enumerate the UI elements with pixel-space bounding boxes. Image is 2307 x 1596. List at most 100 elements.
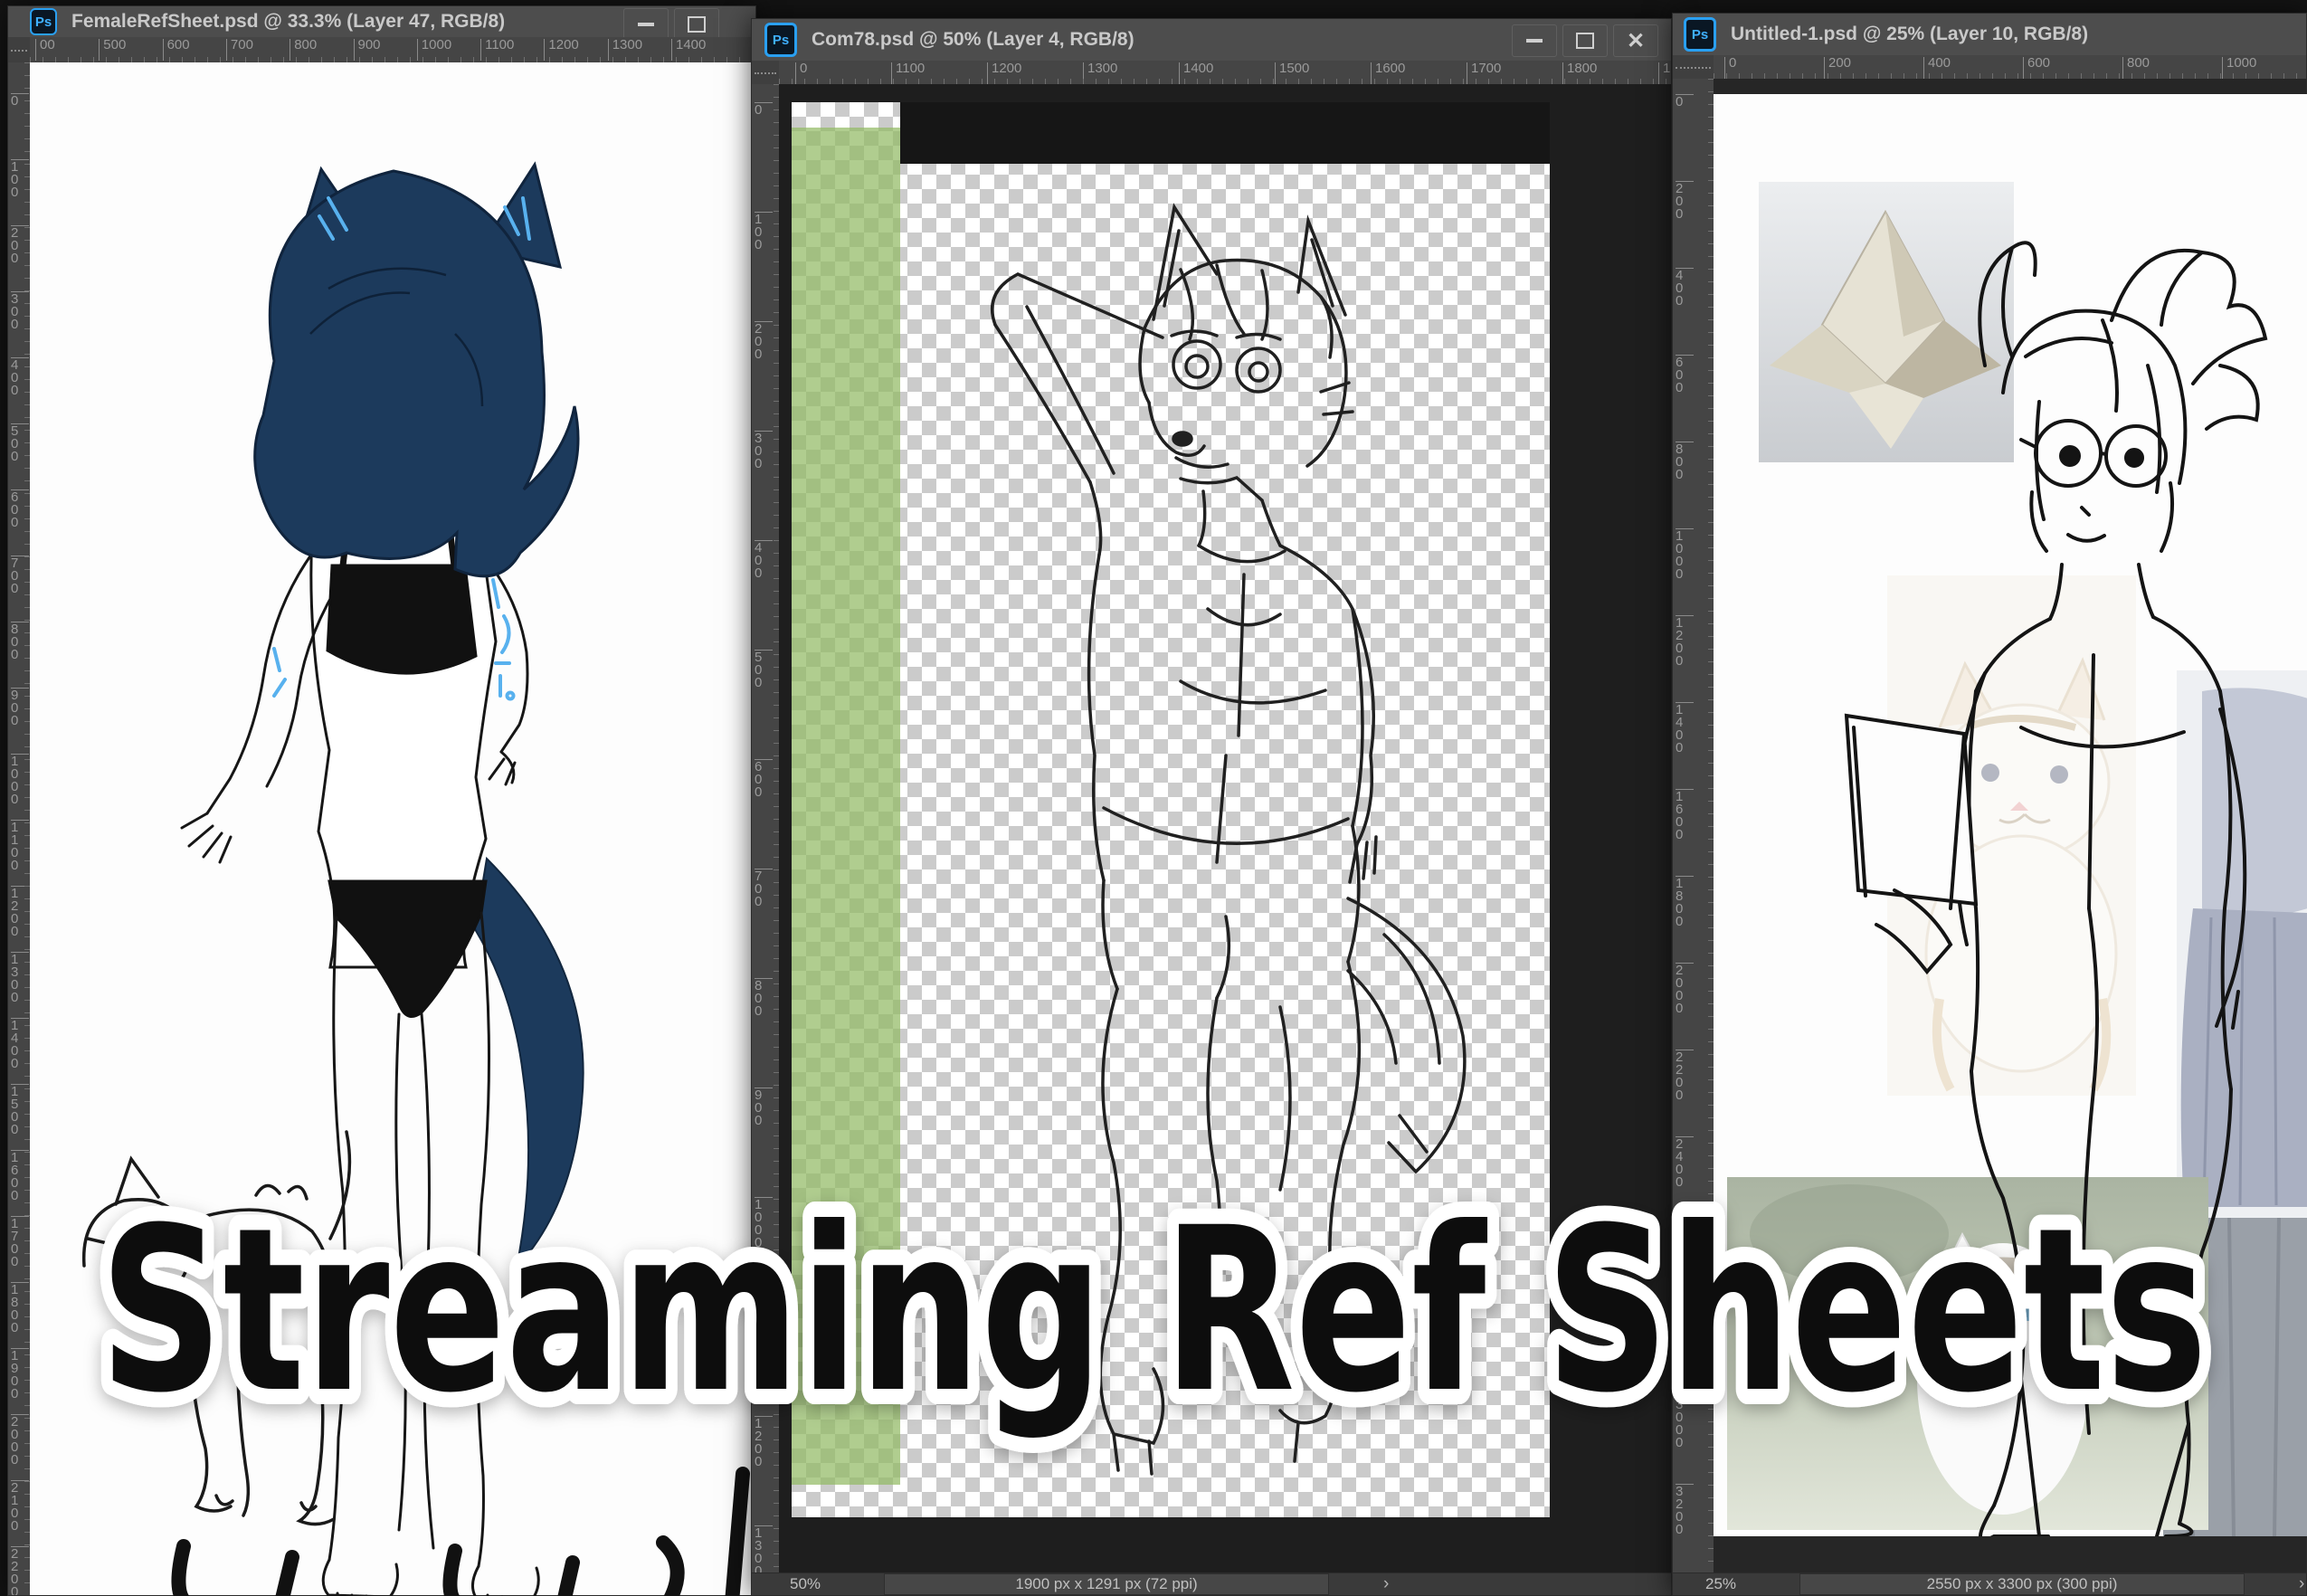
status-popup-arrow-icon[interactable]: › [1383, 1574, 1389, 1594]
vertical-ruler[interactable]: 0100200300400500600700800900100011001200… [8, 62, 31, 1595]
reference-collage-and-sketch [1714, 94, 2307, 1536]
ruler-origin-corner[interactable] [1673, 55, 1714, 80]
zoom-level-field[interactable]: 25% [1705, 1575, 1736, 1593]
document-size-field[interactable]: 1900 px x 1291 px (72 ppi) [884, 1573, 1329, 1595]
ruler-label: 1000 [2222, 57, 2256, 79]
white-cat-photo [1727, 1177, 2208, 1530]
minimize-icon [1526, 39, 1543, 43]
ruler-label: 2200 [1676, 1050, 1694, 1102]
origami-star-photo [1759, 182, 2014, 462]
document-size-field[interactable]: 2550 px x 3300 px (300 ppi) [1799, 1573, 2245, 1595]
ps-file-icon: Ps [1684, 17, 1716, 52]
ruler-label: 2100 [11, 1480, 29, 1533]
zoom-level-field[interactable]: 50% [790, 1575, 821, 1593]
horizontal-ruler[interactable]: 02004006008001000 [1714, 55, 2306, 80]
maximize-button[interactable] [674, 8, 719, 41]
ruler-label: 600 [163, 39, 190, 61]
ruler-label: 2400 [1676, 1136, 1694, 1189]
ruler-label: 600 [1676, 355, 1694, 394]
ruler-label: 1200 [987, 62, 1021, 84]
ruler-label: 2000 [11, 1414, 29, 1467]
ruler-label: 0 [11, 93, 29, 108]
ruler-label: 500 [11, 423, 29, 463]
ruler-label: 900 [11, 688, 29, 727]
ruler-label: 00 [35, 39, 55, 61]
ruler-label: 300 [755, 431, 773, 470]
ruler-label: 1000 [417, 39, 451, 61]
ruler-label: 1200 [1676, 615, 1694, 668]
ruler-label: 200 [11, 225, 29, 265]
ruler-label: 400 [11, 357, 29, 397]
photoshop-desktop: Ps FemaleRefSheet.psd @ 33.3% (Layer 47,… [0, 0, 2307, 1596]
ruler-label: 0 [1676, 94, 1694, 109]
ruler-label: 500 [99, 39, 126, 61]
ruler-label: 0 [755, 102, 773, 117]
ruler-label: 800 [755, 978, 773, 1018]
ruler-label: 600 [755, 759, 773, 799]
titlebar[interactable]: Ps Untitled-1.psd @ 25% (Layer 10, RGB/8… [1673, 14, 2306, 56]
ruler-label: 600 [11, 489, 29, 529]
ruler-label: 1300 [755, 1525, 773, 1573]
status-bar: 25% 2550 px x 3300 px (300 ppi) › [1673, 1572, 2306, 1595]
ruler-label: 2600 [1676, 1223, 1694, 1276]
ruler-label: 1200 [544, 39, 578, 61]
ruler-label: 1300 [11, 952, 29, 1004]
maximize-icon [688, 16, 706, 33]
ps-file-icon: Ps [30, 8, 57, 35]
ruler-label: 700 [755, 869, 773, 908]
window-title: Com78.psd @ 50% (Layer 4, RGB/8) [812, 29, 1135, 51]
ruler-label: 1800 [1562, 62, 1597, 84]
ruler-label: 100 [11, 159, 29, 199]
ruler-label: 800 [11, 622, 29, 661]
vertical-ruler[interactable]: 0100200300400500600700800900100011001200… [752, 84, 780, 1573]
maximize-icon [1576, 33, 1594, 49]
ruler-label: 1300 [1083, 62, 1117, 84]
canvas-com78[interactable] [792, 102, 1550, 1517]
minimize-button[interactable] [623, 8, 669, 41]
ruler-label: 200 [1676, 181, 1694, 221]
ruler-label: 1300 [608, 39, 642, 61]
ruler-label: 400 [1923, 57, 1951, 79]
ruler-label: 1500 [11, 1084, 29, 1136]
ruler-label: 300 [11, 291, 29, 331]
titlebar[interactable]: Ps FemaleRefSheet.psd @ 33.3% (Layer 47,… [8, 6, 755, 38]
canvas-female-ref-sheet[interactable] [30, 62, 755, 1595]
ruler-label: 1400 [1179, 62, 1213, 84]
ruler-label: 2800 [1676, 1310, 1694, 1363]
ruler-label: 1000 [1676, 528, 1694, 581]
ruler-label: 400 [755, 540, 773, 580]
titlebar[interactable]: Ps Com78.psd @ 50% (Layer 4, RGB/8) ✕ [752, 19, 1671, 62]
ruler-label: 1100 [11, 820, 29, 872]
ruler-label: 900 [755, 1088, 773, 1127]
ruler-label: 1100 [480, 39, 514, 61]
ruler-label: 1800 [1676, 876, 1694, 928]
ruler-origin-corner[interactable] [752, 61, 780, 85]
close-button[interactable]: ✕ [1613, 24, 1658, 57]
ruler-label: 0 [795, 62, 807, 84]
ruler-label: 1900 [1658, 62, 1671, 84]
maximize-button[interactable] [1562, 24, 1608, 57]
ruler-label: 1700 [11, 1216, 29, 1268]
ruler-label: 1500 [1275, 62, 1309, 84]
ruler-label: 200 [755, 321, 773, 361]
document-window-untitled-1: Ps Untitled-1.psd @ 25% (Layer 10, RGB/8… [1672, 13, 2307, 1596]
ruler-label: 800 [1676, 442, 1694, 481]
ruler-label: 1100 [755, 1306, 773, 1359]
ruler-origin-corner[interactable] [8, 37, 31, 63]
horizontal-ruler[interactable]: 0110012001300140015001600170018001900 [779, 61, 1671, 85]
ruler-label: 800 [2122, 57, 2150, 79]
ruler-label: 1600 [1676, 789, 1694, 841]
horizontal-ruler[interactable]: 0050060070080090010001100120013001400 [30, 37, 755, 63]
ruler-label: 1400 [11, 1018, 29, 1070]
canvas-untitled-1[interactable] [1714, 94, 2307, 1536]
vertical-ruler[interactable]: 0200400600800100012001400160018002000220… [1673, 79, 1714, 1573]
female-character-art [30, 62, 757, 1596]
ruler-label: 800 [290, 39, 317, 61]
ruler-label: 400 [1676, 268, 1694, 308]
status-popup-arrow-icon[interactable]: › [2299, 1574, 2304, 1594]
minimize-button[interactable] [1512, 24, 1557, 57]
ruler-label: 1200 [11, 886, 29, 938]
ruler-label: 1400 [671, 39, 706, 61]
ruler-label: 700 [226, 39, 253, 61]
ruler-label: 600 [2023, 57, 2050, 79]
